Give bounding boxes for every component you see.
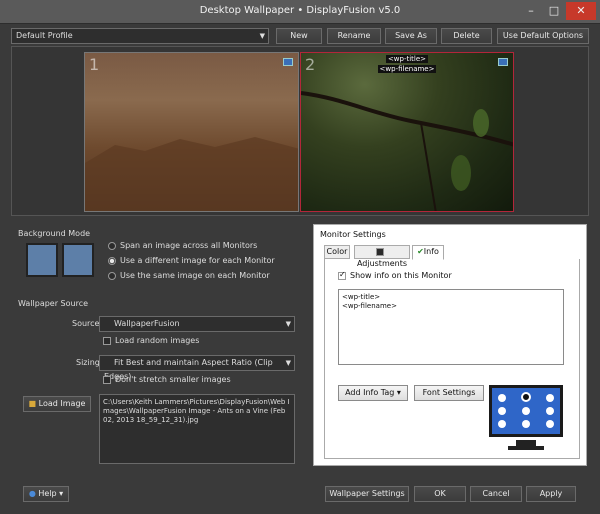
add-info-tag-button[interactable]: Add Info Tag ▾ (338, 385, 408, 401)
save-as-button[interactable]: Save As (385, 28, 437, 44)
vine-image (301, 91, 513, 211)
radio-different-image[interactable]: Use a different image for each Monitor (108, 256, 275, 265)
close-button[interactable]: ✕ (566, 2, 596, 20)
minimize-button[interactable]: – (520, 2, 542, 20)
folder-icon: ■ (28, 399, 37, 408)
rename-button[interactable]: Rename (327, 28, 381, 44)
position-dot[interactable] (522, 407, 530, 415)
source-label: Source: (72, 319, 103, 328)
monitor-settings-title: Monitor Settings (320, 230, 386, 239)
monitor-number: 1 (89, 55, 100, 74)
delete-button[interactable]: Delete (441, 28, 492, 44)
title-bar: Desktop Wallpaper • DisplayFusion v5.0 –… (0, 0, 600, 24)
sizing-select[interactable]: Fit Best and maintain Aspect Ratio (Clip… (99, 355, 295, 381)
apply-button[interactable]: Apply (526, 486, 576, 502)
position-dot[interactable] (546, 420, 554, 428)
maximize-button[interactable]: □ (543, 2, 565, 20)
info-text-input[interactable]: <wp-title> <wp-filename> (338, 289, 564, 365)
position-dot-selected[interactable] (521, 392, 531, 402)
tab-info[interactable]: ✔Info (412, 245, 444, 260)
radio-icon (108, 256, 116, 265)
mountain-image (85, 137, 298, 211)
monitor-icon (62, 243, 94, 277)
wallpaper-settings-button[interactable]: Wallpaper Settings (325, 486, 409, 502)
position-dot[interactable] (546, 394, 554, 402)
chevron-down-icon: ▾ (59, 489, 64, 498)
radio-icon (108, 271, 116, 280)
chevron-down-icon: ▼ (285, 359, 291, 367)
monitor-icon (26, 243, 58, 277)
wp-title-tag: <wp-title> (385, 55, 429, 63)
position-dot[interactable] (498, 394, 506, 402)
wp-filename-tag: <wp-filename> (377, 65, 437, 73)
load-image-button[interactable]: ■ Load Image (23, 396, 91, 412)
check-icon: ✔ (417, 247, 424, 256)
new-profile-button[interactable]: New Profile (276, 28, 322, 54)
position-dot[interactable] (546, 407, 554, 415)
checkbox-icon (103, 375, 111, 384)
position-dot[interactable] (498, 420, 506, 428)
source-select[interactable]: WallpaperFusion ▼ (99, 316, 295, 332)
load-random-checkbox[interactable]: Load random images (103, 336, 199, 345)
checkbox-icon (338, 270, 346, 280)
checkbox-icon (376, 247, 384, 256)
radio-same-image[interactable]: Use the same image on each Monitor (108, 271, 270, 280)
profile-select-value: Default Profile (16, 31, 73, 40)
monitor-base-icon (508, 446, 544, 450)
profile-select[interactable]: Default Profile ▼ (11, 28, 269, 44)
chevron-down-icon: ▾ (396, 388, 401, 397)
chevron-down-icon: ▼ (259, 32, 265, 40)
position-picker[interactable] (489, 385, 563, 437)
font-settings-button[interactable]: Font Settings (414, 385, 484, 401)
chevron-down-icon: ▼ (285, 320, 291, 328)
help-icon: ● (28, 489, 36, 498)
radio-span-all[interactable]: Span an image across all Monitors (108, 241, 257, 250)
position-dot[interactable] (498, 407, 506, 415)
cancel-button[interactable]: Cancel (470, 486, 522, 502)
show-info-checkbox[interactable]: Show info on this Monitor (338, 270, 452, 280)
image-path-text: C:\Users\Keith Lammers\Pictures\DisplayF… (99, 394, 295, 464)
tab-color[interactable]: Color (324, 245, 350, 259)
background-mode-label: Background Mode (18, 229, 91, 238)
radio-icon (108, 241, 116, 250)
window-title: Desktop Wallpaper • DisplayFusion v5.0 (199, 5, 401, 16)
position-dot[interactable] (522, 420, 530, 428)
monitor-icon (283, 58, 293, 66)
dont-stretch-checkbox[interactable]: Don't stretch smaller images (103, 375, 231, 384)
ok-button[interactable]: OK (414, 486, 466, 502)
wallpaper-source-label: Wallpaper Source (18, 299, 89, 308)
monitor-1-preview[interactable]: 1 (84, 52, 299, 212)
use-default-options-button[interactable]: Use Default Options (497, 28, 589, 44)
tab-adjustments[interactable]: Adjustments (354, 245, 410, 268)
monitor-settings-panel: Monitor Settings Color Adjustments ✔Info… (313, 224, 587, 466)
monitor-2-preview[interactable]: 2 <wp-title> <wp-filename> (300, 52, 514, 212)
source-select-value: WallpaperFusion (114, 319, 180, 328)
checkbox-icon (103, 336, 111, 345)
help-button[interactable]: ● Help ▾ (23, 486, 69, 502)
